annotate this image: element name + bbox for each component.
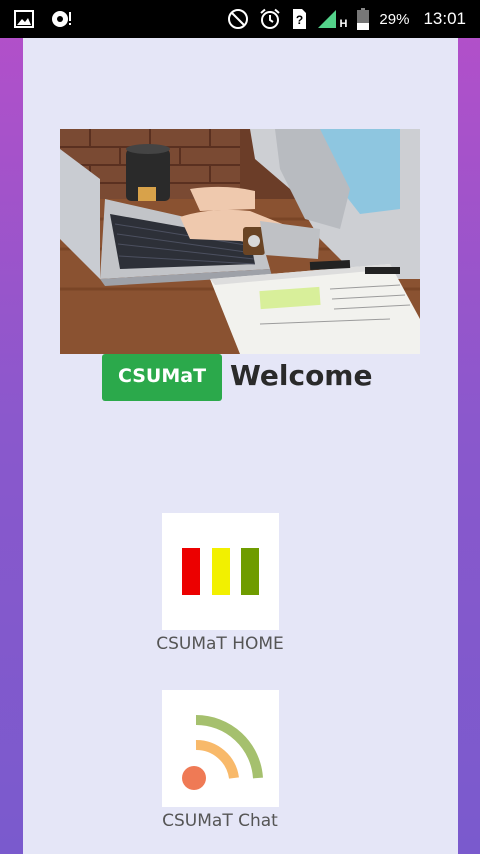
app-home-label[interactable]: CSUMaT HOME — [156, 634, 284, 654]
bars-icon[interactable] — [161, 513, 279, 630]
app-home-tile[interactable]: CSUMaT HOME — [140, 513, 300, 654]
do-not-disturb-icon — [227, 8, 249, 30]
battery-icon — [357, 8, 370, 30]
signal-icon — [317, 9, 337, 29]
brand-badge: CSUMaT — [102, 354, 222, 401]
sync-icon — [50, 9, 74, 29]
app-chat-tile[interactable]: CSUMaT Chat — [140, 690, 300, 831]
app-chat-label[interactable]: CSUMaT Chat — [162, 811, 278, 831]
network-type: H — [339, 18, 348, 30]
hero-image — [60, 129, 420, 354]
battery-percentage: 29% — [379, 10, 410, 28]
welcome-header: CSUMaT Welcome — [102, 354, 372, 401]
status-bar: ? H 29% 13:01 — [0, 0, 480, 38]
svg-text:?: ? — [296, 13, 303, 27]
sim-unknown-icon: ? — [291, 8, 307, 30]
alarm-icon — [259, 8, 281, 30]
welcome-heading: Welcome — [230, 358, 373, 392]
clock: 13:01 — [423, 9, 466, 28]
main-panel: CSUMaT Welcome CSUMaT HOME CSUMaT Chat — [23, 38, 458, 854]
rss-icon[interactable] — [161, 690, 279, 807]
gallery-icon — [14, 10, 34, 28]
